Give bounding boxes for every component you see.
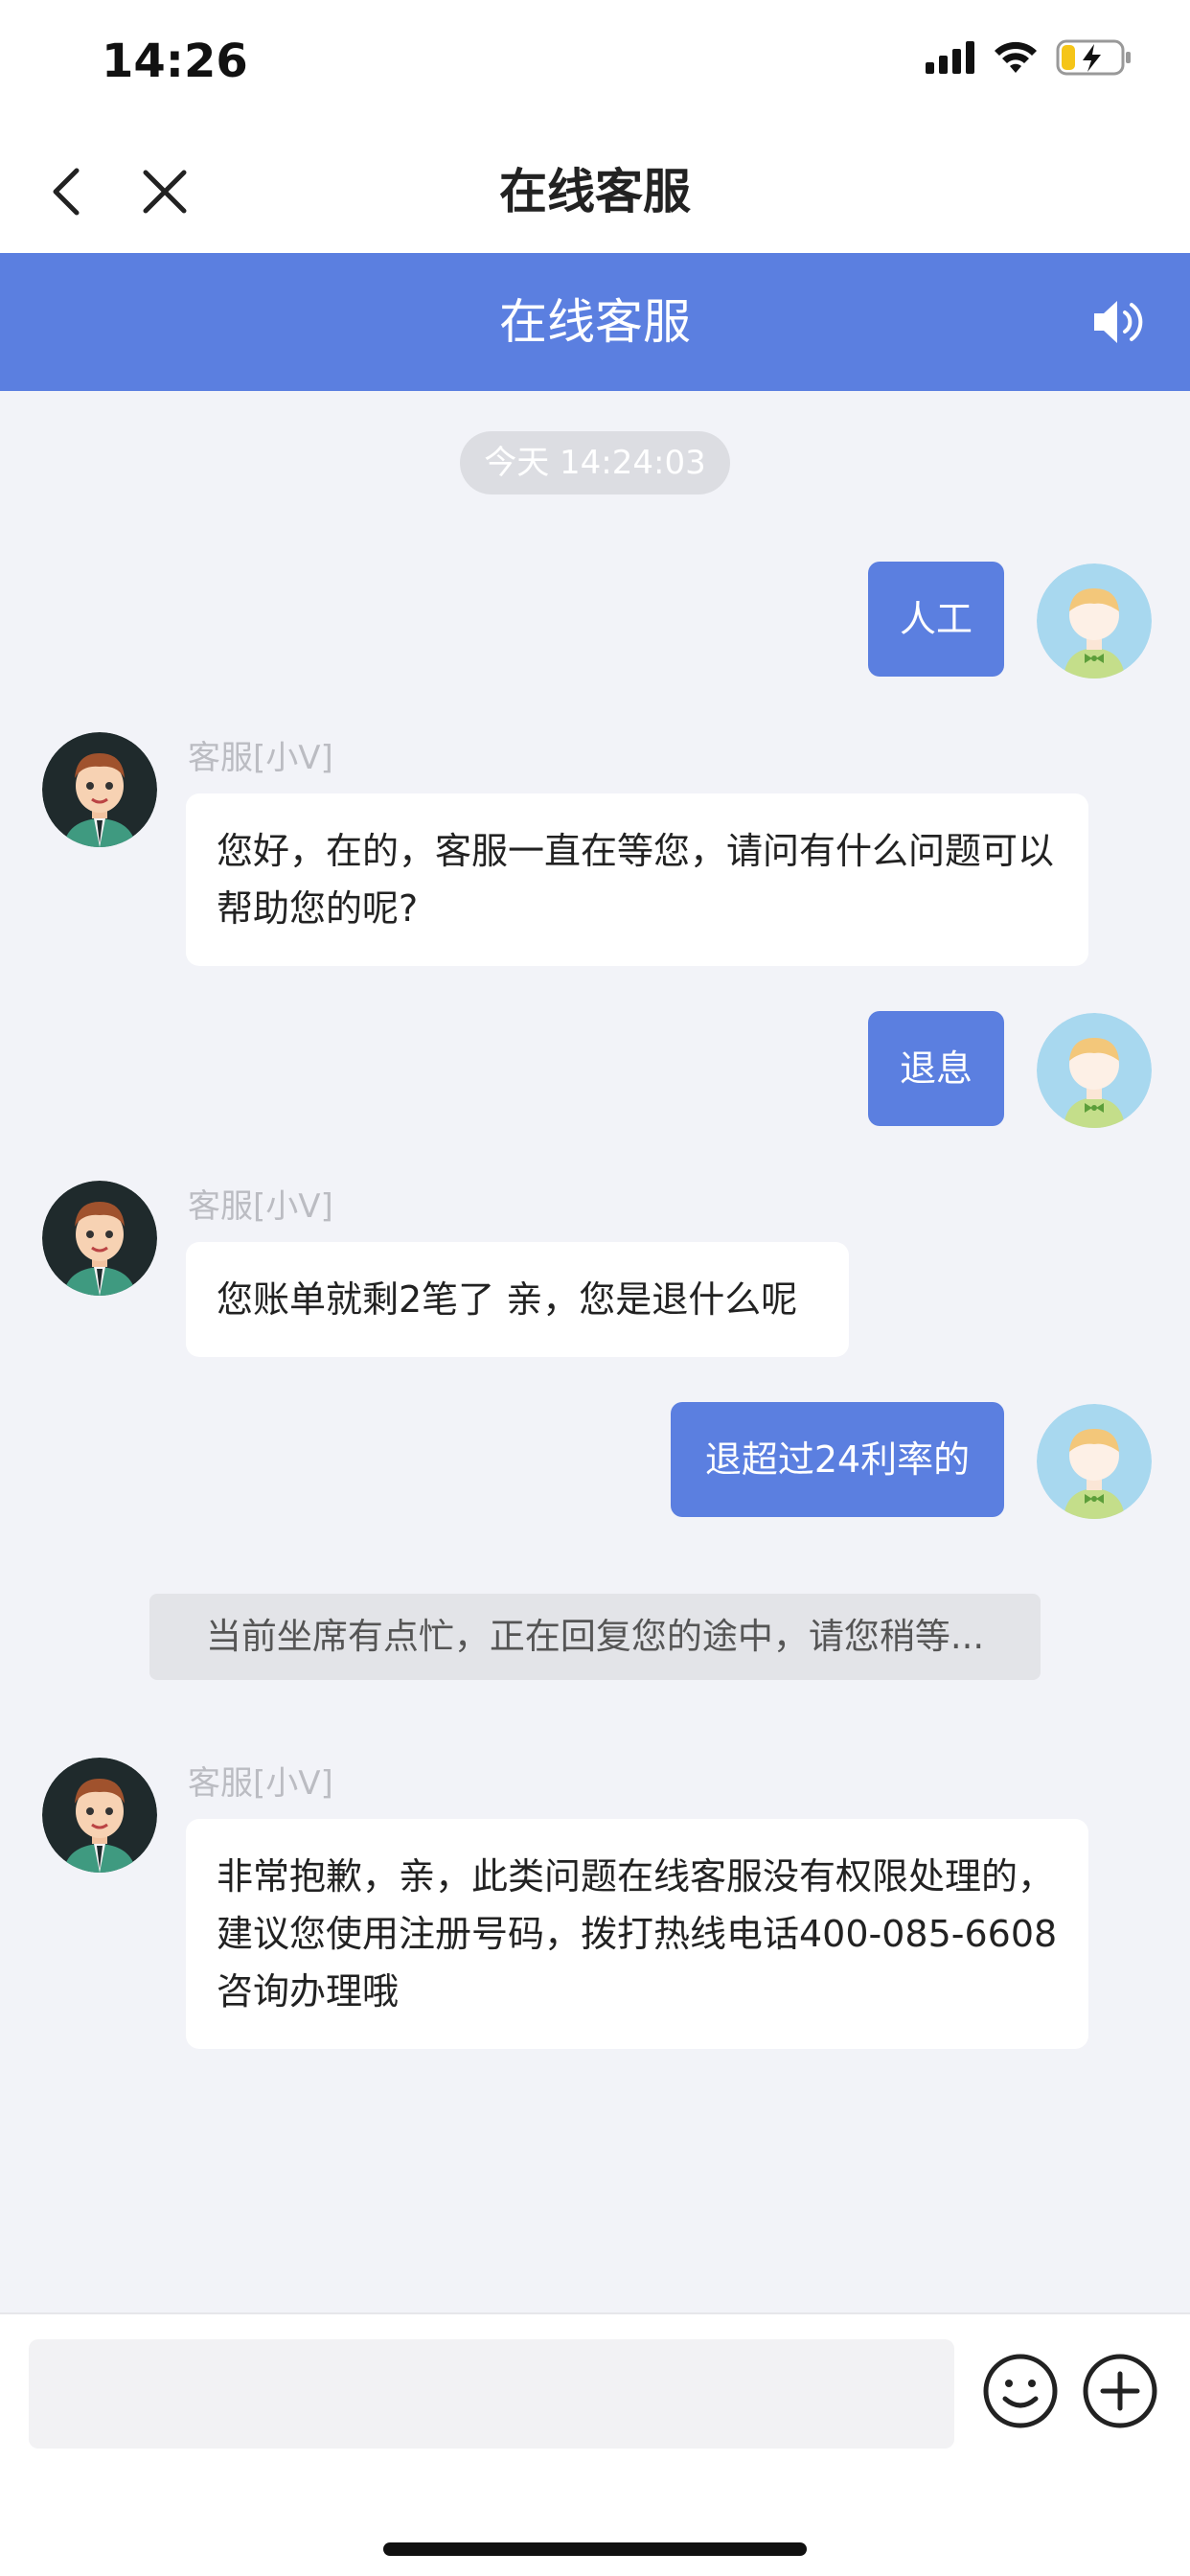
plus-icon[interactable] [1082,2353,1158,2429]
signal-icon [926,41,974,74]
wifi-icon [995,41,1037,73]
page-title: 在线客服 [499,164,691,219]
agent-message-bubble[interactable]: 您好，在的，客服一直在等您，请问有什么问题可以帮助您的呢? [186,794,1088,966]
nav-bar: 在线客服 [0,130,1190,253]
agent-avatar [42,1181,157,1296]
agent-message-bubble[interactable]: 非常抱歉，亲，此类问题在线客服没有权限处理的，建议您使用注册号码，拨打热线电话4… [186,1819,1088,2049]
agent-name: 客服[小V] [188,1187,333,1226]
timestamp-pill: 今天 14:24:03 [460,431,730,494]
user-message-bubble[interactable]: 退超过24利率的 [671,1402,1004,1517]
battery-charging-icon [1056,39,1131,76]
user-avatar [1037,1404,1152,1519]
agent-message-bubble[interactable]: 您账单就剩2笔了 亲，您是退什么呢 [186,1242,849,1357]
user-message-bubble[interactable]: 退息 [868,1011,1004,1126]
status-bar: 14:26 [0,0,1190,130]
home-indicator [383,2542,807,2556]
input-bar [0,2312,1190,2576]
status-time: 14:26 [102,34,248,88]
chat-header: 在线客服 [0,253,1190,391]
agent-name: 客服[小V] [188,739,333,777]
chat-header-title: 在线客服 [499,294,691,350]
status-icons [926,38,1133,77]
user-avatar [1037,564,1152,678]
chat-area[interactable]: 今天 14:24:03 人工 客服[小V] 您好，在的，客服一直在等您，请问有什… [0,391,1190,2312]
message-input[interactable] [29,2339,954,2449]
agent-name: 客服[小V] [188,1764,333,1803]
emoji-icon[interactable] [982,2353,1059,2429]
agent-avatar [42,1758,157,1873]
system-notice: 当前坐席有点忙，正在回复您的途中，请您稍等... [149,1594,1041,1680]
speaker-icon[interactable] [1090,295,1148,349]
user-message-bubble[interactable]: 人工 [868,562,1004,677]
agent-avatar [42,732,157,847]
user-avatar [1037,1013,1152,1128]
